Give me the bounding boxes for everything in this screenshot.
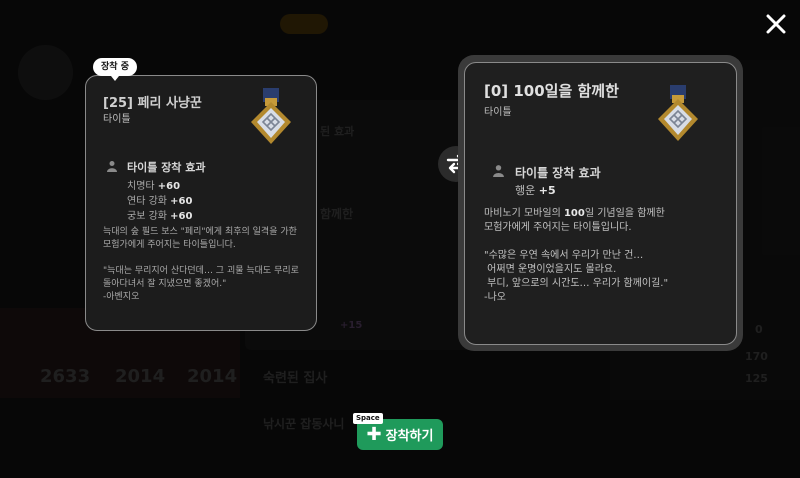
new-effect-header: 타이틀 장착 효과 xyxy=(515,166,601,180)
desc-rest: 모험가에게 주어지는 타이틀입니다. "수많은 우연 속에서 우리가 만난 건…… xyxy=(484,222,669,303)
current-stat-label: 궁보 강화 xyxy=(127,211,167,222)
current-stat-row: 치명타 +60 xyxy=(127,177,180,192)
desc-line1-post: 일 기념일을 함께한 xyxy=(584,208,665,219)
new-stat-label: 행운 xyxy=(515,184,536,197)
desc-line1-pre: 마비노기 모바일의 xyxy=(484,208,564,219)
current-stat-label: 연타 강화 xyxy=(127,196,167,207)
desc-line1-bold: 100 xyxy=(563,208,585,219)
close-icon xyxy=(766,14,786,34)
current-stat-value: +60 xyxy=(170,211,193,222)
equip-button-label: 장착하기 xyxy=(385,429,434,444)
new-title-type: 타이틀 xyxy=(484,107,512,118)
close-button[interactable] xyxy=(762,10,790,38)
current-stat-label: 치명타 xyxy=(127,181,155,192)
current-title-type: 타이틀 xyxy=(103,114,131,125)
current-stat-value: +60 xyxy=(170,196,193,207)
space-key-hint: Space xyxy=(353,413,383,424)
new-title-name: [0] 100일을 함께한 xyxy=(484,82,619,100)
current-title-card: [25] 페리 사냥꾼 타이틀 타이틀 장착 효과 치명타 +60 연타 강화 … xyxy=(85,75,317,331)
current-stat-row: 궁보 강화 +60 xyxy=(127,207,192,222)
current-stat-value: +60 xyxy=(157,181,181,192)
equipped-badge: 장착 중 xyxy=(93,58,137,81)
new-stat-value: +5 xyxy=(538,184,556,197)
new-stat-row: 행운 +5 xyxy=(515,182,556,198)
person-icon xyxy=(493,165,504,177)
plus-icon: ✚ xyxy=(366,423,382,445)
current-title-description: 늑대의 숲 필드 보스 "페리"에게 최후의 일격을 가한 모험가에게 주어지는… xyxy=(103,227,299,302)
medal-icon xyxy=(658,85,698,141)
new-title-description: 마비노기 모바일의 100일 기념일을 함께한 모험가에게 주어지는 타이틀입니… xyxy=(484,207,668,305)
person-icon xyxy=(107,161,117,172)
current-effect-header: 타이틀 장착 효과 xyxy=(127,161,206,174)
current-title-name: [25] 페리 사냥꾼 xyxy=(103,96,202,111)
medal-icon xyxy=(251,88,291,144)
current-stat-row: 연타 강화 +60 xyxy=(127,192,192,207)
new-title-card: [0] 100일을 함께한 타이틀 타이틀 장착 효과 행운 +5 마비노기 모… xyxy=(464,62,737,345)
